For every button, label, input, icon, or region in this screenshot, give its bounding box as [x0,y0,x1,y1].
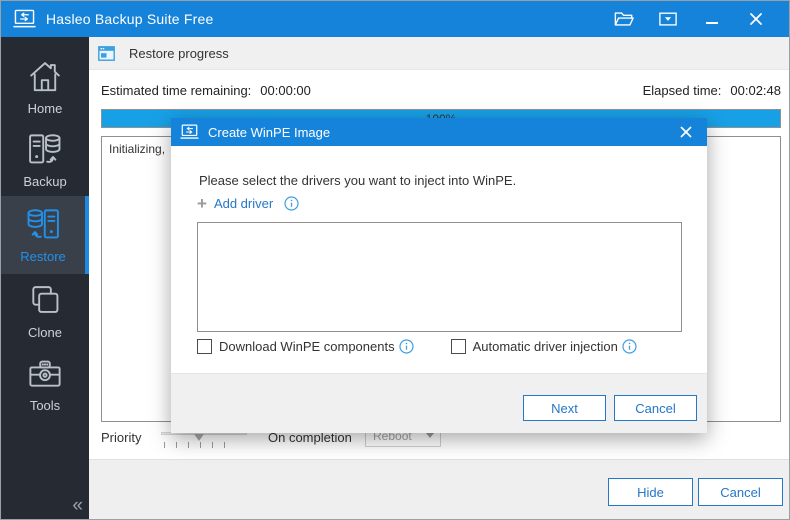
dialog-titlebar: Create WinPE Image [171,118,707,146]
window-cancel-button[interactable]: Cancel [698,478,783,506]
create-winpe-dialog: Create WinPE Image Please select the dri… [171,118,707,433]
backup-icon [29,133,61,163]
checkbox-icon[interactable] [450,339,466,354]
sidebar-collapse-chevron[interactable]: « [72,495,83,517]
download-winpe-label: Download WinPE components [219,339,395,354]
auto-injection-info-icon[interactable] [622,339,637,354]
dialog-cancel-button[interactable]: Cancel [614,395,697,421]
sidebar-item-clone[interactable]: Clone [1,274,89,347]
auto-injection-label: Automatic driver injection [472,339,618,354]
elapsed-time-value: 00:02:48 [730,83,781,98]
download-winpe-info-icon[interactable] [398,339,414,354]
sidebar-item-label: Restore [20,249,66,264]
elapsed-time-label: Elapsed time: [642,83,722,98]
dropdown-caret-icon [426,433,434,438]
app-window: Hasleo Backup Suite Free Home Backup Res… [0,0,790,520]
close-icon[interactable] [745,8,767,30]
sidebar-item-label: Clone [28,324,62,340]
sidebar-item-label: Backup [23,173,67,189]
priority-label: Priority [101,430,142,445]
slider-ticks [164,442,225,448]
dialog-title: Create WinPE Image [208,124,331,140]
home-icon [30,61,60,91]
minimize-to-tray-icon[interactable] [657,8,679,30]
download-winpe-checkbox[interactable]: Download WinPE components [197,339,414,354]
minimize-icon[interactable] [701,8,723,30]
sidebar-item-tools[interactable]: Tools [1,347,89,420]
estimated-time-value: 00:00:00 [260,83,311,98]
dialog-footer: Next Cancel [171,373,707,433]
hide-button[interactable]: Hide [608,478,693,506]
dialog-logo-icon [180,124,199,140]
checkbox-icon[interactable] [197,339,212,354]
app-logo-icon [13,9,36,29]
window-title: Hasleo Backup Suite Free [46,11,214,27]
plus-icon: + [197,194,207,213]
next-button[interactable]: Next [523,395,606,421]
open-folder-icon[interactable] [613,8,635,30]
estimated-time-label: Estimated time remaining: [101,83,252,98]
page-title: Restore progress [129,45,229,61]
sidebar-item-home[interactable]: Home [1,50,89,123]
add-driver-link[interactable]: Add driver [214,196,273,211]
sidebar-item-restore[interactable]: Restore [1,196,89,274]
sidebar: Home Backup Restore Clone Tools « [1,37,89,519]
add-driver-info-icon[interactable] [284,196,299,211]
restore-icon [27,209,59,239]
bottom-bar: Hide Cancel [89,459,789,519]
window-frame-icon [98,45,115,61]
driver-list[interactable] [197,222,682,332]
clone-icon [32,285,59,313]
checkbox-row: Download WinPE components Automatic driv… [197,339,637,354]
dialog-close-icon[interactable] [677,123,695,141]
page-header: Restore progress [89,37,789,70]
add-driver-row: + Add driver [197,194,299,213]
time-row: Estimated time remaining: 00:00:00 Elaps… [101,83,781,98]
sidebar-item-label: Home [27,100,63,116]
sidebar-item-backup[interactable]: Backup [1,123,89,196]
titlebar: Hasleo Backup Suite Free [1,1,789,37]
dialog-message: Please select the drivers you want to in… [199,173,517,188]
auto-injection-checkbox[interactable]: Automatic driver injection [450,339,637,354]
log-text: Initializing, [109,142,166,156]
tools-icon [29,360,61,387]
slider-thumb-icon[interactable] [194,434,204,441]
sidebar-item-label: Tools [29,397,61,413]
